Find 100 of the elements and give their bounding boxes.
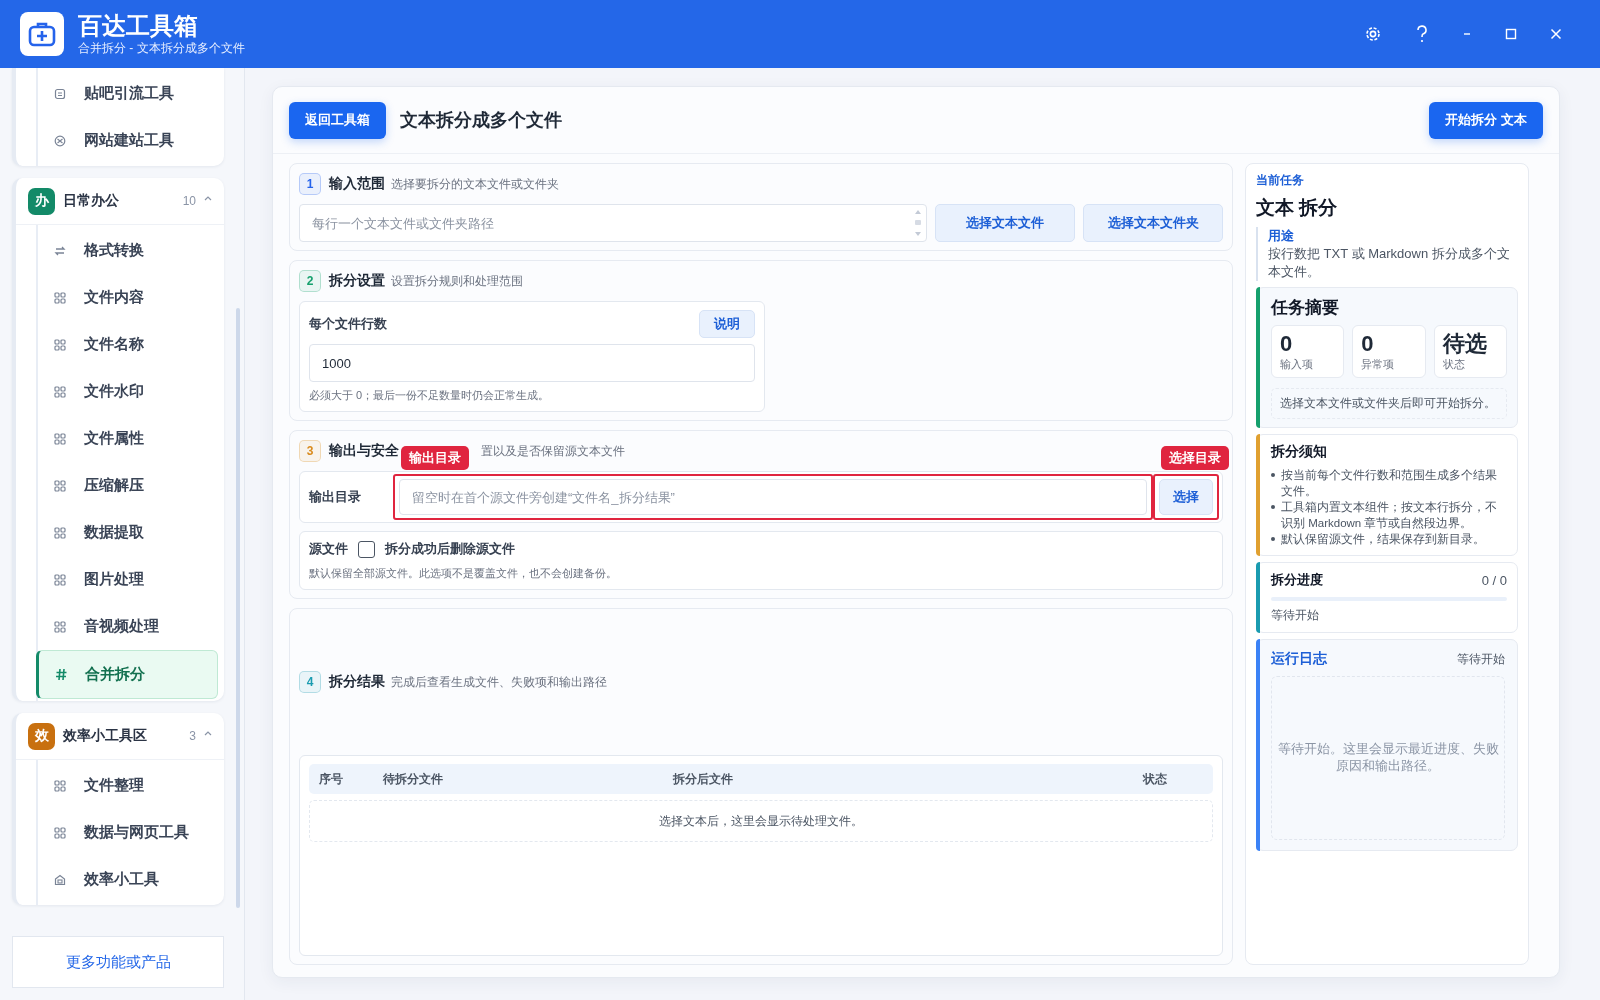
- notice-item: 按当前每个文件行数和范围生成多个结果文件。: [1271, 467, 1507, 499]
- nav-group-header[interactable]: 办 日常办公 10: [16, 178, 224, 225]
- field-note: 默认保留全部源文件。此选项不是覆盖文件，也不会创建备份。: [309, 566, 618, 581]
- group-badge: 效: [28, 722, 55, 750]
- nav-item[interactable]: 图片处理: [38, 556, 224, 603]
- help-icon[interactable]: [1415, 25, 1429, 43]
- toolbox-logo-icon: [20, 12, 64, 56]
- group-count: 10: [182, 194, 196, 208]
- section-title: 输出与安全: [329, 442, 399, 460]
- section-title: 拆分结果: [329, 673, 385, 691]
- grid-icon: [54, 338, 66, 351]
- callout-tag: 选择目录: [1161, 446, 1229, 470]
- nav-group-header[interactable]: 效 效率小工具区 3: [16, 713, 224, 760]
- lines-input-field[interactable]: 1000: [309, 344, 755, 382]
- grid-icon: [54, 385, 66, 398]
- nav-item[interactable]: 网站建站工具: [38, 117, 224, 164]
- step-number: 4: [299, 671, 321, 693]
- hash-icon: [55, 668, 68, 681]
- scroll-thumb[interactable]: [236, 308, 240, 908]
- notice-item: 工具箱内置文本组件；按文本行拆分，不识别 Markdown 章节或自然段边界。: [1271, 499, 1507, 531]
- section-hint: 完成后查看生成文件、失败项和输出路径: [391, 673, 607, 691]
- nav-item[interactable]: 文件水印: [38, 368, 224, 415]
- section-hint: 设置拆分规则和处理范围: [391, 272, 523, 290]
- page-title: 文本拆分成多个文件: [400, 109, 562, 132]
- grid-icon: [54, 432, 66, 445]
- grid-icon: [54, 291, 66, 304]
- step-number: 2: [299, 270, 321, 292]
- empty-message: 选择文本后，这里会显示待处理文件。: [309, 800, 1213, 842]
- path-input-field[interactable]: 每行一个文本文件或文件夹路径: [299, 204, 927, 242]
- nav-item[interactable]: 文件名称: [38, 321, 224, 368]
- nav-item[interactable]: 效率小工具: [38, 856, 224, 903]
- document-icon: [54, 87, 66, 100]
- group-badge: 办: [28, 187, 55, 215]
- field-label: 每个文件行数: [309, 315, 387, 333]
- back-button[interactable]: 返回工具箱: [289, 101, 386, 139]
- card-title: 拆分须知: [1271, 443, 1328, 461]
- column-header: 序号: [318, 770, 344, 788]
- log-empty-message: 等待开始。这里会显示最近进度、失败原因和输出路径。: [1276, 741, 1500, 775]
- nav-item[interactable]: 格式转换: [38, 227, 224, 274]
- box-icon: [54, 873, 66, 886]
- callout-tag: 输出目录: [401, 446, 469, 470]
- progress-status: 等待开始: [1271, 607, 1320, 624]
- column-header: 拆分后文件: [673, 770, 734, 788]
- start-button[interactable]: 开始拆分 文本: [1429, 101, 1543, 139]
- nav-item[interactable]: 压缩解压: [38, 462, 224, 509]
- output-dir-field[interactable]: 留空时在首个源文件旁创建“文件名_拆分结果”: [399, 479, 1147, 515]
- field-label: 输出目录: [309, 488, 362, 506]
- nav-item[interactable]: 音视频处理: [38, 603, 224, 650]
- group-title: 日常办公: [63, 192, 119, 210]
- nav-item[interactable]: 文件整理: [38, 762, 224, 809]
- field-note: 必须大于 0；最后一份不足数量时仍会正常生成。: [309, 388, 551, 403]
- section-hint: 选择要拆分的文本文件或文件夹: [391, 175, 559, 193]
- app-title: 百达工具箱: [78, 11, 199, 40]
- stat-label: 输入项: [1280, 357, 1314, 372]
- section-title: 输入范围: [329, 175, 385, 193]
- field-label: 源文件: [309, 540, 348, 558]
- select-button[interactable]: 选择: [1159, 479, 1213, 515]
- grid-icon: [54, 826, 66, 839]
- checkbox[interactable]: [358, 540, 375, 558]
- settings-icon[interactable]: [1364, 25, 1382, 43]
- column-header: 待拆分文件: [383, 770, 444, 788]
- stat-value: 0: [1280, 331, 1294, 357]
- nav-item[interactable]: 数据与网页工具: [38, 809, 224, 856]
- grid-icon: [54, 620, 66, 633]
- grid-icon: [54, 479, 66, 492]
- stat-value: 0: [1361, 331, 1375, 357]
- progress-count: 0 / 0: [1481, 572, 1507, 588]
- grid-icon: [54, 573, 66, 586]
- log-status: 等待开始: [1457, 650, 1505, 668]
- section-title: 拆分设置: [329, 272, 385, 290]
- nav-item[interactable]: 数据提取: [38, 509, 224, 556]
- summary-hint: 选择文本文件或文件夹后即可开始拆分。: [1271, 388, 1507, 419]
- card-title: 任务摘要: [1271, 297, 1340, 319]
- checkbox-label[interactable]: 拆分成功后删除源文件: [385, 540, 515, 558]
- nav-item[interactable]: 合并拆分: [36, 650, 218, 699]
- task-title: 文本 拆分: [1256, 196, 1339, 220]
- help-button[interactable]: 说明: [699, 310, 755, 338]
- group-title: 效率小工具区: [63, 727, 147, 745]
- nav-item[interactable]: 文件属性: [38, 415, 224, 462]
- close-icon[interactable]: [1550, 28, 1562, 40]
- nav-item[interactable]: 贴吧引流工具: [38, 70, 224, 117]
- choose-button[interactable]: 选择文本文件夹: [1083, 204, 1223, 242]
- step-number: 3: [299, 440, 321, 462]
- group-count: 3: [189, 729, 196, 743]
- swap-icon: [54, 244, 66, 257]
- more-products-link[interactable]: 更多功能或产品: [12, 936, 224, 988]
- purpose-text: 按行数把 TXT 或 Markdown 拆分成多个文本文件。: [1268, 245, 1511, 281]
- column-header: 状态: [1143, 770, 1168, 788]
- stat-label: 状态: [1442, 357, 1466, 372]
- card-title: 拆分进度: [1271, 571, 1323, 589]
- stat-value: 待选: [1442, 331, 1488, 357]
- section-hint: 置以及是否保留源文本文件: [481, 442, 625, 460]
- nav-item[interactable]: 文件内容: [38, 274, 224, 321]
- choose-button[interactable]: 选择文本文件: [935, 204, 1075, 242]
- grid-icon: [54, 526, 66, 539]
- notice-item: 默认保留源文件，结果保存到新目录。: [1271, 531, 1507, 547]
- maximize-icon[interactable]: [1505, 28, 1517, 40]
- grid-icon: [54, 779, 66, 792]
- card-title: 运行日志: [1271, 650, 1327, 668]
- stat-label: 异常项: [1361, 357, 1396, 372]
